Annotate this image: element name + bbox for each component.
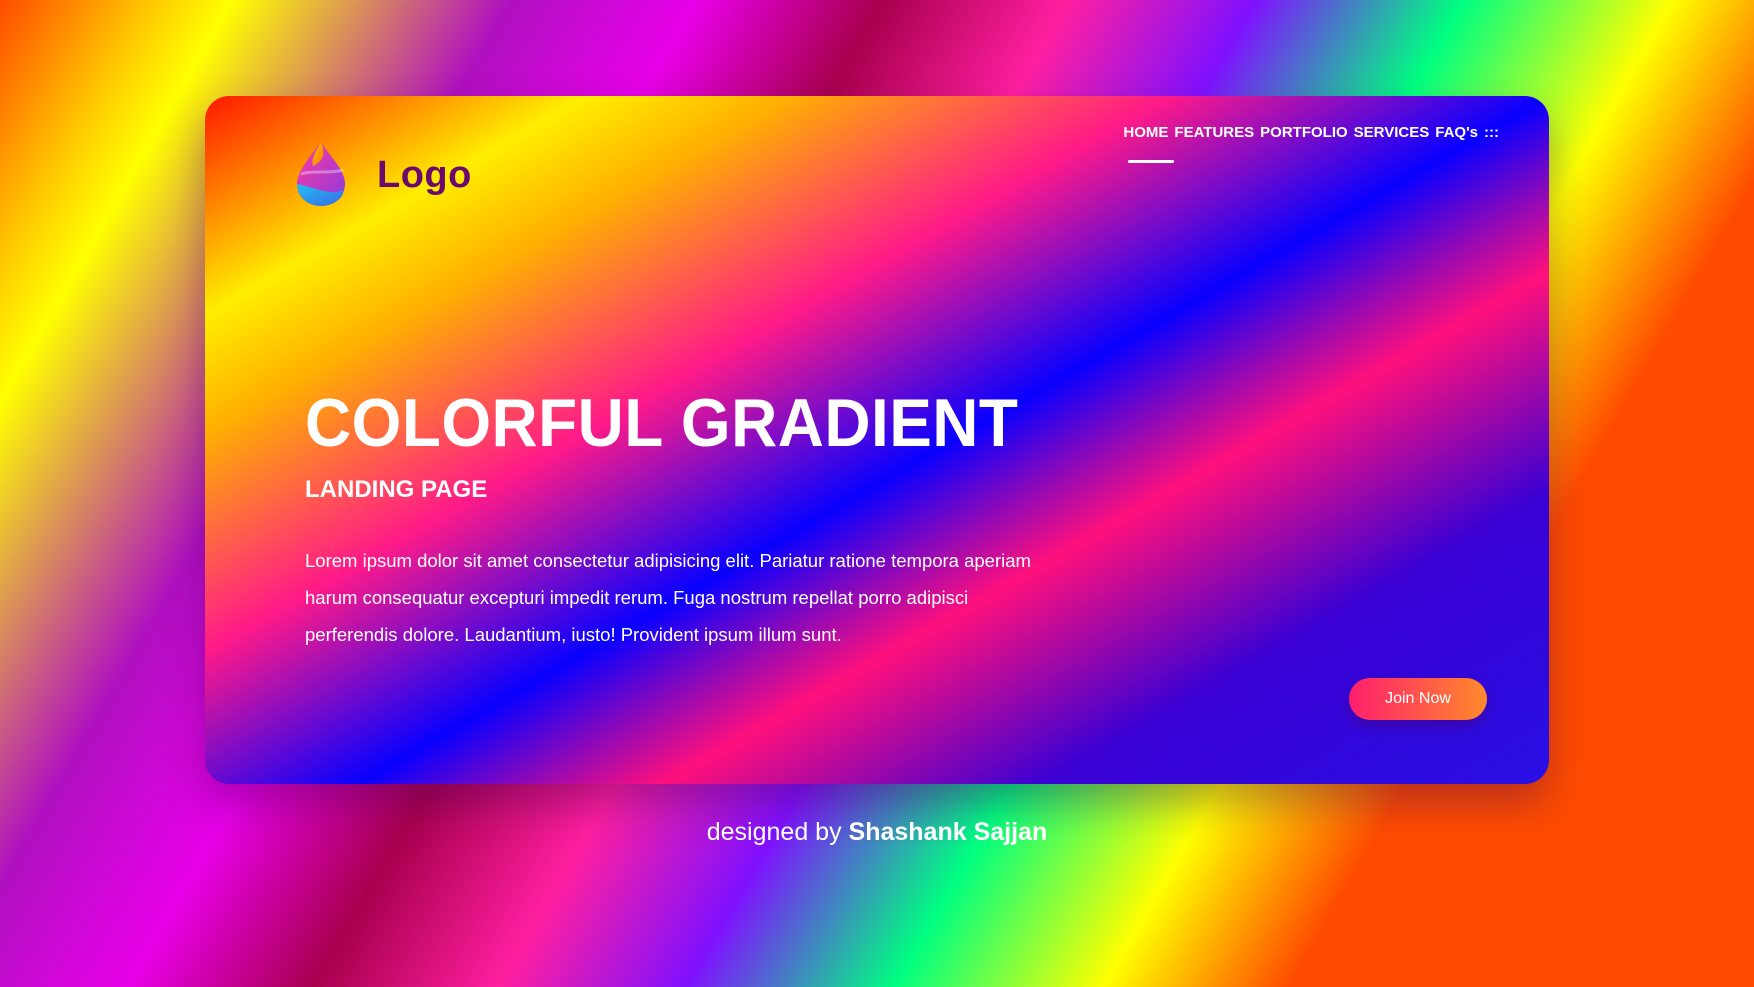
credit-prefix: designed by	[706, 818, 842, 846]
hero-subtitle: LANDING PAGE	[305, 476, 488, 503]
nav-item-portfolio[interactable]: PORTFOLIO	[1260, 124, 1348, 141]
nav-item-faqs[interactable]: FAQ's	[1435, 124, 1478, 141]
main-nav: HOME FEATURES PORTFOLIO SERVICES FAQ's :…	[1123, 124, 1499, 141]
nav-item-services[interactable]: SERVICES	[1354, 124, 1430, 141]
hero-title: COLORFUL GRADIENT	[305, 385, 1019, 461]
credit-name: Shashank Sajjan	[848, 818, 1048, 846]
nav-active-indicator	[1128, 160, 1174, 163]
logo-text[interactable]: Logo	[377, 154, 472, 197]
join-now-button[interactable]: Join Now	[1349, 678, 1487, 720]
hero-description: Lorem ipsum dolor sit amet consectetur a…	[305, 550, 1031, 645]
designer-credit: designed by Shashank Sajjan	[0, 818, 1754, 847]
nav-item-home[interactable]: HOME	[1123, 124, 1168, 141]
nav-item-features[interactable]: FEATURES	[1174, 124, 1254, 141]
landing-card: Logo HOME FEATURES PORTFOLIO SERVICES FA…	[205, 96, 1549, 784]
flame-drop-icon	[297, 142, 345, 206]
nav-menu-icon[interactable]: :::	[1484, 124, 1499, 141]
